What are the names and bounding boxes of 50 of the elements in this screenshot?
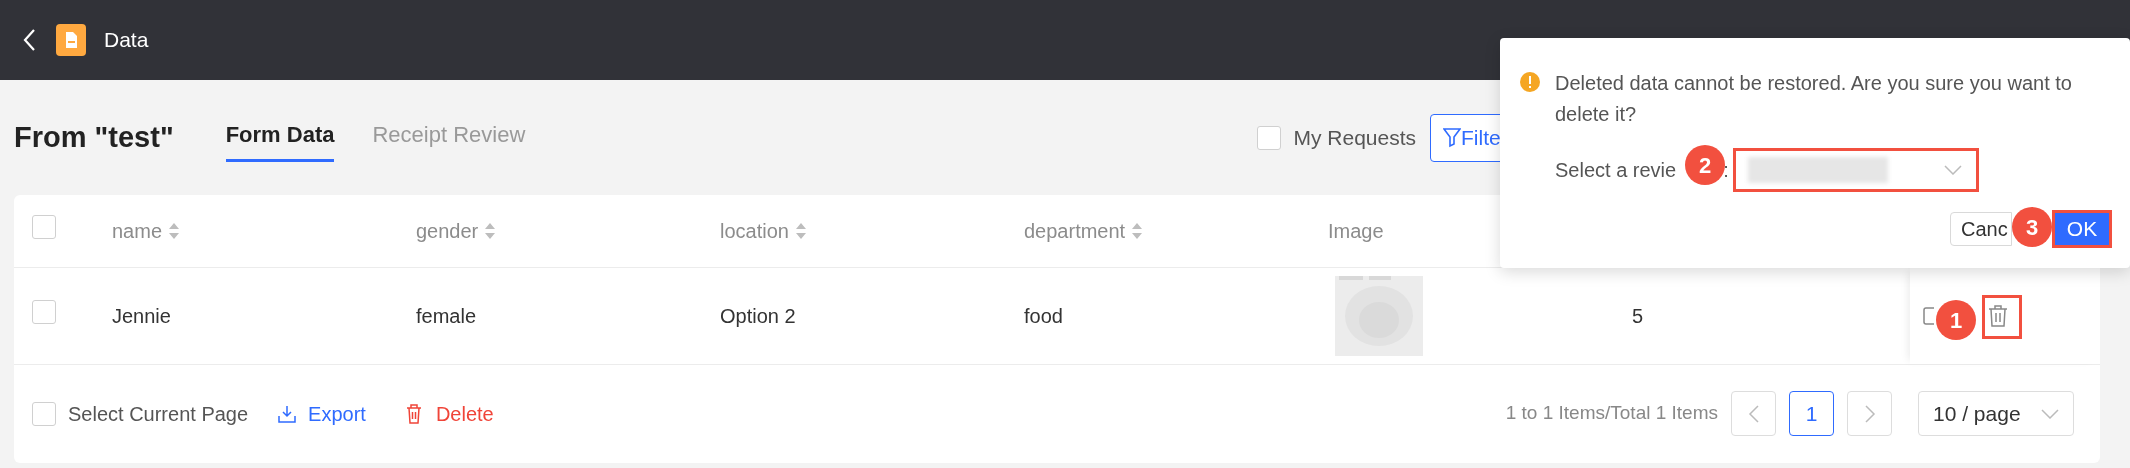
next-page-button[interactable] — [1847, 391, 1892, 436]
chevron-left-icon — [1747, 403, 1760, 424]
sort-icon[interactable] — [1131, 222, 1144, 240]
trash-icon — [405, 403, 422, 424]
document-icon — [56, 24, 86, 56]
funnel-icon — [1443, 127, 1461, 148]
page-size-select[interactable]: 10 / page — [1918, 391, 2074, 436]
chevron-down-icon — [2041, 408, 2059, 419]
page-button[interactable]: 1 — [1789, 391, 1834, 436]
download-icon — [278, 404, 297, 423]
column-header[interactable]: location — [720, 216, 807, 246]
page-title: From "test" — [14, 119, 174, 155]
checkbox[interactable] — [32, 401, 56, 426]
warning-icon — [1520, 72, 1540, 92]
column-header[interactable]: gender — [416, 216, 497, 246]
sort-icon[interactable] — [168, 222, 181, 240]
table-cell: female — [416, 305, 477, 327]
highlight-frame — [1982, 295, 2022, 339]
tab[interactable]: Receipt Review — [372, 113, 526, 162]
back-icon[interactable] — [22, 28, 36, 52]
pagination-summary: 1 to 1 Items/Total 1 Items — [1505, 401, 1718, 426]
chevron-down-icon — [1943, 165, 1962, 175]
edit-icon[interactable] — [1922, 306, 1934, 326]
cancel-button[interactable]: Canc — [1950, 212, 2012, 246]
table-cell: Jennie — [112, 305, 171, 327]
sort-icon[interactable] — [794, 222, 807, 240]
ok-button[interactable]: OK — [2052, 210, 2112, 248]
table-cell: 5 — [1632, 305, 1644, 327]
chevron-right-icon — [1863, 403, 1876, 424]
checkbox[interactable] — [1257, 125, 1282, 150]
app-title: Data — [104, 27, 149, 54]
select-current-page-label: Select Current Page — [68, 401, 249, 427]
column-header[interactable]: department — [1024, 216, 1144, 246]
table-cell: Option 2 — [720, 305, 796, 327]
column-header[interactable]: name — [112, 216, 181, 246]
colon: : — [1723, 158, 1729, 183]
previous-page-button[interactable] — [1731, 391, 1776, 436]
reviewer-select[interactable] — [1732, 148, 1979, 192]
export-button[interactable]: Export — [278, 398, 366, 429]
delete-button[interactable]: Delete — [405, 398, 494, 429]
trash-icon[interactable] — [1987, 304, 2009, 328]
confirm-message: Deleted data cannot be restored. Are you sure you want to delete it? — [1555, 71, 2073, 127]
table-cell: food — [1024, 305, 1063, 327]
checkbox[interactable] — [32, 300, 56, 324]
tab[interactable]: Form Data — [225, 113, 335, 162]
sort-icon[interactable] — [484, 222, 497, 240]
column-header[interactable]: Image — [1328, 216, 1384, 246]
checkbox[interactable] — [32, 215, 56, 239]
reviewer-label: Select a revie — [1555, 158, 1677, 183]
my-requests-label: My Requests — [1293, 124, 1416, 151]
